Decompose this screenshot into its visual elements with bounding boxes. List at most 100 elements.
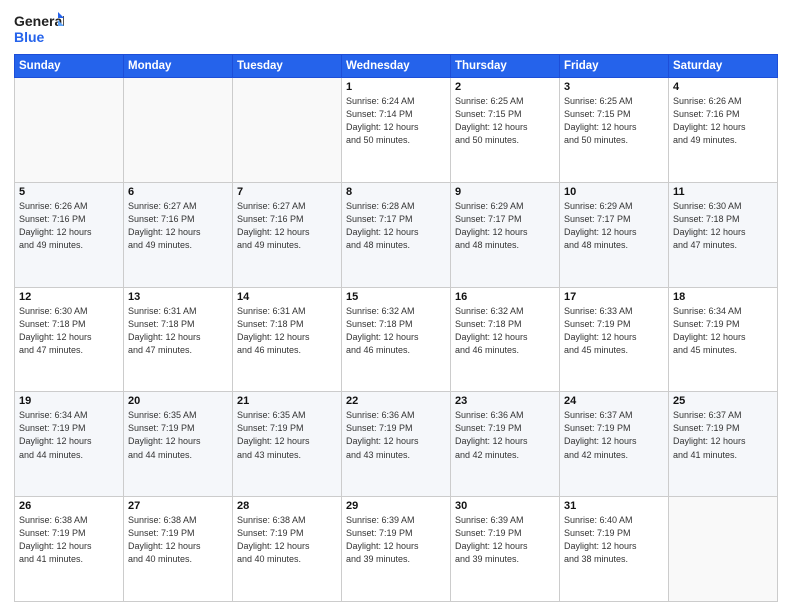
day-number: 7 — [237, 186, 337, 198]
day-number: 13 — [128, 291, 228, 303]
day-info: Sunrise: 6:36 AMSunset: 7:19 PMDaylight:… — [346, 409, 446, 461]
day-number: 18 — [673, 291, 773, 303]
day-cell-1: 1Sunrise: 6:24 AMSunset: 7:14 PMDaylight… — [342, 78, 451, 183]
day-number: 24 — [564, 395, 664, 407]
day-number: 31 — [564, 500, 664, 512]
day-number: 25 — [673, 395, 773, 407]
day-info: Sunrise: 6:31 AMSunset: 7:18 PMDaylight:… — [128, 305, 228, 357]
day-info: Sunrise: 6:30 AMSunset: 7:18 PMDaylight:… — [673, 200, 773, 252]
day-info: Sunrise: 6:29 AMSunset: 7:17 PMDaylight:… — [564, 200, 664, 252]
day-info: Sunrise: 6:39 AMSunset: 7:19 PMDaylight:… — [455, 514, 555, 566]
header-monday: Monday — [124, 55, 233, 78]
day-info: Sunrise: 6:30 AMSunset: 7:18 PMDaylight:… — [19, 305, 119, 357]
day-info: Sunrise: 6:27 AMSunset: 7:16 PMDaylight:… — [237, 200, 337, 252]
day-number: 17 — [564, 291, 664, 303]
day-info: Sunrise: 6:37 AMSunset: 7:19 PMDaylight:… — [673, 409, 773, 461]
day-info: Sunrise: 6:34 AMSunset: 7:19 PMDaylight:… — [673, 305, 773, 357]
day-cell-3: 3 Sunrise: 6:25 AMSunset: 7:15 PMDaylight… — [560, 78, 669, 183]
day-number: 12 — [19, 291, 119, 303]
day-cell-4: 4 Sunrise: 6:26 AMSunset: 7:16 PMDaylight… — [669, 78, 778, 183]
day-info: Sunrise: 6:26 AMSunset: 7:16 PMDaylight:… — [673, 95, 773, 147]
header-sunday: Sunday — [15, 55, 124, 78]
day-cell-24: 24 Sunrise: 6:37 AMSunset: 7:19 PMDayligh… — [560, 392, 669, 497]
header: General Blue — [14, 10, 778, 48]
day-cell-16: 16Sunrise: 6:32 AMSunset: 7:18 PMDayligh… — [451, 287, 560, 392]
day-info: Sunrise: 6:40 AMSunset: 7:19 PMDaylight:… — [564, 514, 664, 566]
day-number: 19 — [19, 395, 119, 407]
day-cell-9: 9 Sunrise: 6:29 AMSunset: 7:17 PMDaylight… — [451, 182, 560, 287]
day-info: Sunrise: 6:38 AMSunset: 7:19 PMDaylight:… — [128, 514, 228, 566]
day-cell-30: 30 Sunrise: 6:39 AMSunset: 7:19 PMDayligh… — [451, 497, 560, 602]
day-info: Sunrise: 6:29 AMSunset: 7:17 PMDaylight:… — [455, 200, 555, 252]
day-number: 5 — [19, 186, 119, 198]
day-info: Sunrise: 6:39 AMSunset: 7:19 PMDaylight:… — [346, 514, 446, 566]
day-info: Sunrise: 6:37 AMSunset: 7:19 PMDaylight:… — [564, 409, 664, 461]
day-info: Sunrise: 6:26 AMSunset: 7:16 PMDaylight:… — [19, 200, 119, 252]
calendar-week-row: 5 Sunrise: 6:26 AMSunset: 7:16 PMDaylight… — [15, 182, 778, 287]
svg-text:General: General — [14, 13, 64, 29]
header-saturday: Saturday — [669, 55, 778, 78]
empty-cell — [233, 78, 342, 183]
day-info: Sunrise: 6:38 AMSunset: 7:19 PMDaylight:… — [237, 514, 337, 566]
day-info: Sunrise: 6:32 AMSunset: 7:18 PMDaylight:… — [346, 305, 446, 357]
day-number: 28 — [237, 500, 337, 512]
day-cell-25: 25 Sunrise: 6:37 AMSunset: 7:19 PMDayligh… — [669, 392, 778, 497]
day-number: 14 — [237, 291, 337, 303]
day-info: Sunrise: 6:36 AMSunset: 7:19 PMDaylight:… — [455, 409, 555, 461]
day-info: Sunrise: 6:25 AMSunset: 7:15 PMDaylight:… — [564, 95, 664, 147]
day-info: Sunrise: 6:35 AMSunset: 7:19 PMDaylight:… — [128, 409, 228, 461]
day-cell-17: 17 Sunrise: 6:33 AMSunset: 7:19 PMDayligh… — [560, 287, 669, 392]
day-number: 16 — [455, 291, 555, 303]
day-cell-10: 10 Sunrise: 6:29 AMSunset: 7:17 PMDayligh… — [560, 182, 669, 287]
page: General Blue SundayMondayTuesdayWednesda… — [0, 0, 792, 612]
day-number: 3 — [564, 81, 664, 93]
day-number: 29 — [346, 500, 446, 512]
day-number: 27 — [128, 500, 228, 512]
day-info: Sunrise: 6:33 AMSunset: 7:19 PMDaylight:… — [564, 305, 664, 357]
day-cell-26: 26 Sunrise: 6:38 AMSunset: 7:19 PMDayligh… — [15, 497, 124, 602]
day-cell-5: 5 Sunrise: 6:26 AMSunset: 7:16 PMDaylight… — [15, 182, 124, 287]
day-cell-14: 14Sunrise: 6:31 AMSunset: 7:18 PMDayligh… — [233, 287, 342, 392]
day-number: 30 — [455, 500, 555, 512]
day-cell-12: 12 Sunrise: 6:30 AMSunset: 7:18 PMDayligh… — [15, 287, 124, 392]
day-cell-20: 20Sunrise: 6:35 AMSunset: 7:19 PMDayligh… — [124, 392, 233, 497]
day-cell-23: 23 Sunrise: 6:36 AMSunset: 7:19 PMDayligh… — [451, 392, 560, 497]
day-info: Sunrise: 6:34 AMSunset: 7:19 PMDaylight:… — [19, 409, 119, 461]
day-number: 8 — [346, 186, 446, 198]
day-cell-29: 29 Sunrise: 6:39 AMSunset: 7:19 PMDayligh… — [342, 497, 451, 602]
day-number: 4 — [673, 81, 773, 93]
calendar-table: SundayMondayTuesdayWednesdayThursdayFrid… — [14, 54, 778, 602]
logo: General Blue — [14, 10, 64, 48]
day-info: Sunrise: 6:35 AMSunset: 7:19 PMDaylight:… — [237, 409, 337, 461]
calendar-week-row: 1Sunrise: 6:24 AMSunset: 7:14 PMDaylight… — [15, 78, 778, 183]
header-friday: Friday — [560, 55, 669, 78]
day-number: 23 — [455, 395, 555, 407]
day-cell-2: 2Sunrise: 6:25 AMSunset: 7:15 PMDaylight… — [451, 78, 560, 183]
calendar-week-row: 19 Sunrise: 6:34 AMSunset: 7:19 PMDayligh… — [15, 392, 778, 497]
calendar-header-row: SundayMondayTuesdayWednesdayThursdayFrid… — [15, 55, 778, 78]
day-number: 9 — [455, 186, 555, 198]
day-info: Sunrise: 6:27 AMSunset: 7:16 PMDaylight:… — [128, 200, 228, 252]
day-number: 10 — [564, 186, 664, 198]
day-number: 1 — [346, 81, 446, 93]
day-cell-18: 18 Sunrise: 6:34 AMSunset: 7:19 PMDayligh… — [669, 287, 778, 392]
day-number: 11 — [673, 186, 773, 198]
day-info: Sunrise: 6:25 AMSunset: 7:15 PMDaylight:… — [455, 95, 555, 147]
svg-text:Blue: Blue — [14, 29, 45, 45]
day-cell-27: 27 Sunrise: 6:38 AMSunset: 7:19 PMDayligh… — [124, 497, 233, 602]
day-cell-21: 21Sunrise: 6:35 AMSunset: 7:19 PMDayligh… — [233, 392, 342, 497]
day-cell-31: 31 Sunrise: 6:40 AMSunset: 7:19 PMDayligh… — [560, 497, 669, 602]
day-number: 6 — [128, 186, 228, 198]
day-number: 26 — [19, 500, 119, 512]
header-tuesday: Tuesday — [233, 55, 342, 78]
day-cell-7: 7 Sunrise: 6:27 AMSunset: 7:16 PMDaylight… — [233, 182, 342, 287]
day-cell-19: 19 Sunrise: 6:34 AMSunset: 7:19 PMDayligh… — [15, 392, 124, 497]
day-info: Sunrise: 6:28 AMSunset: 7:17 PMDaylight:… — [346, 200, 446, 252]
calendar-week-row: 12 Sunrise: 6:30 AMSunset: 7:18 PMDayligh… — [15, 287, 778, 392]
day-info: Sunrise: 6:38 AMSunset: 7:19 PMDaylight:… — [19, 514, 119, 566]
day-cell-6: 6 Sunrise: 6:27 AMSunset: 7:16 PMDaylight… — [124, 182, 233, 287]
day-number: 15 — [346, 291, 446, 303]
day-cell-22: 22Sunrise: 6:36 AMSunset: 7:19 PMDayligh… — [342, 392, 451, 497]
day-cell-13: 13 Sunrise: 6:31 AMSunset: 7:18 PMDayligh… — [124, 287, 233, 392]
empty-cell — [124, 78, 233, 183]
